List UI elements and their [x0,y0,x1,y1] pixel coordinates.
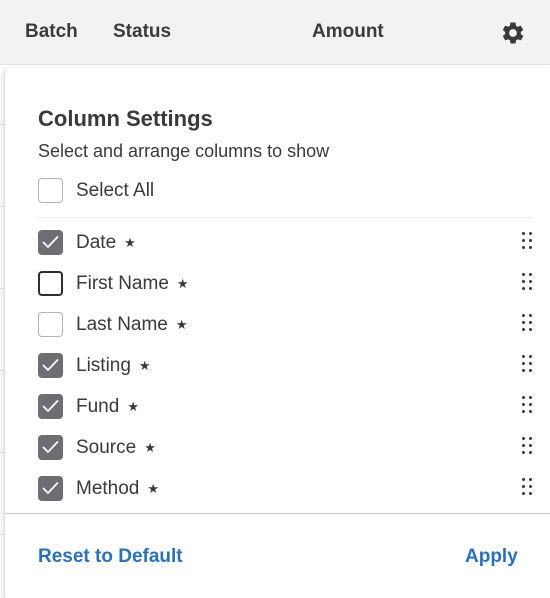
column-name: Method [76,478,140,499]
column-name: Date [76,232,117,253]
column-name: Fund [76,396,120,417]
apply-button[interactable]: Apply [465,545,518,569]
select-all-checkbox[interactable] [38,178,63,203]
drag-handle-icon[interactable] [520,230,534,252]
column-checkbox[interactable] [38,394,63,419]
column-checkbox[interactable] [38,230,63,255]
footer-divider [5,513,550,514]
drag-handle-icon[interactable] [520,435,534,457]
column-option-row[interactable]: First Name ★ [38,269,538,299]
gear-icon[interactable] [500,20,526,46]
column-option-label: Date ★ [76,231,136,256]
select-all-row[interactable]: Select All [38,176,538,206]
drag-handle-icon[interactable] [520,476,534,498]
column-checkbox[interactable] [38,353,63,378]
drag-handle-icon[interactable] [520,271,534,293]
column-header-batch[interactable]: Batch [25,20,78,44]
column-settings-panel: Column Settings Select and arrange colum… [4,68,550,598]
column-checkbox[interactable] [38,312,63,337]
panel-title: Column Settings [38,106,213,131]
column-name: Listing [76,355,131,376]
column-option-row[interactable]: Last Name ★ [38,310,538,340]
column-checkbox[interactable] [38,476,63,501]
star-icon: ★ [124,235,136,250]
column-header-status[interactable]: Status [113,20,171,44]
star-icon: ★ [147,481,160,496]
column-option-row[interactable]: Date ★ [38,228,538,258]
column-checkbox[interactable] [38,271,63,296]
divider [38,217,533,218]
column-name: First Name [76,273,169,294]
column-option-label: Fund ★ [76,395,139,420]
column-option-row[interactable]: Listing ★ [38,351,538,381]
star-icon: ★ [176,276,189,291]
column-name: Source [76,437,137,458]
column-option-label: Last Name ★ [76,313,188,338]
drag-handle-icon[interactable] [520,394,534,416]
column-option-label: Listing ★ [76,354,151,379]
column-option-label: First Name ★ [76,272,189,297]
select-all-label: Select All [76,180,155,201]
reset-to-default-button[interactable]: Reset to Default [38,545,183,569]
star-icon: ★ [127,399,139,414]
column-option-row[interactable]: Fund ★ [38,392,538,422]
drag-handle-icon[interactable] [520,312,534,334]
star-icon: ★ [175,317,188,332]
column-header-amount[interactable]: Amount [312,20,384,44]
panel-subtitle: Select and arrange columns to show [38,141,330,161]
star-icon: ★ [138,358,151,373]
column-option-label: Method ★ [76,477,159,502]
drag-handle-icon[interactable] [520,353,534,375]
column-checkbox[interactable] [38,435,63,460]
star-icon: ★ [144,440,156,455]
table-header: Batch Status Amount [0,0,550,65]
column-option-row[interactable]: Source ★ [38,433,538,463]
column-option-row[interactable]: Method ★ [38,474,538,504]
column-name: Last Name [76,314,168,335]
column-option-label: Source ★ [76,436,156,461]
